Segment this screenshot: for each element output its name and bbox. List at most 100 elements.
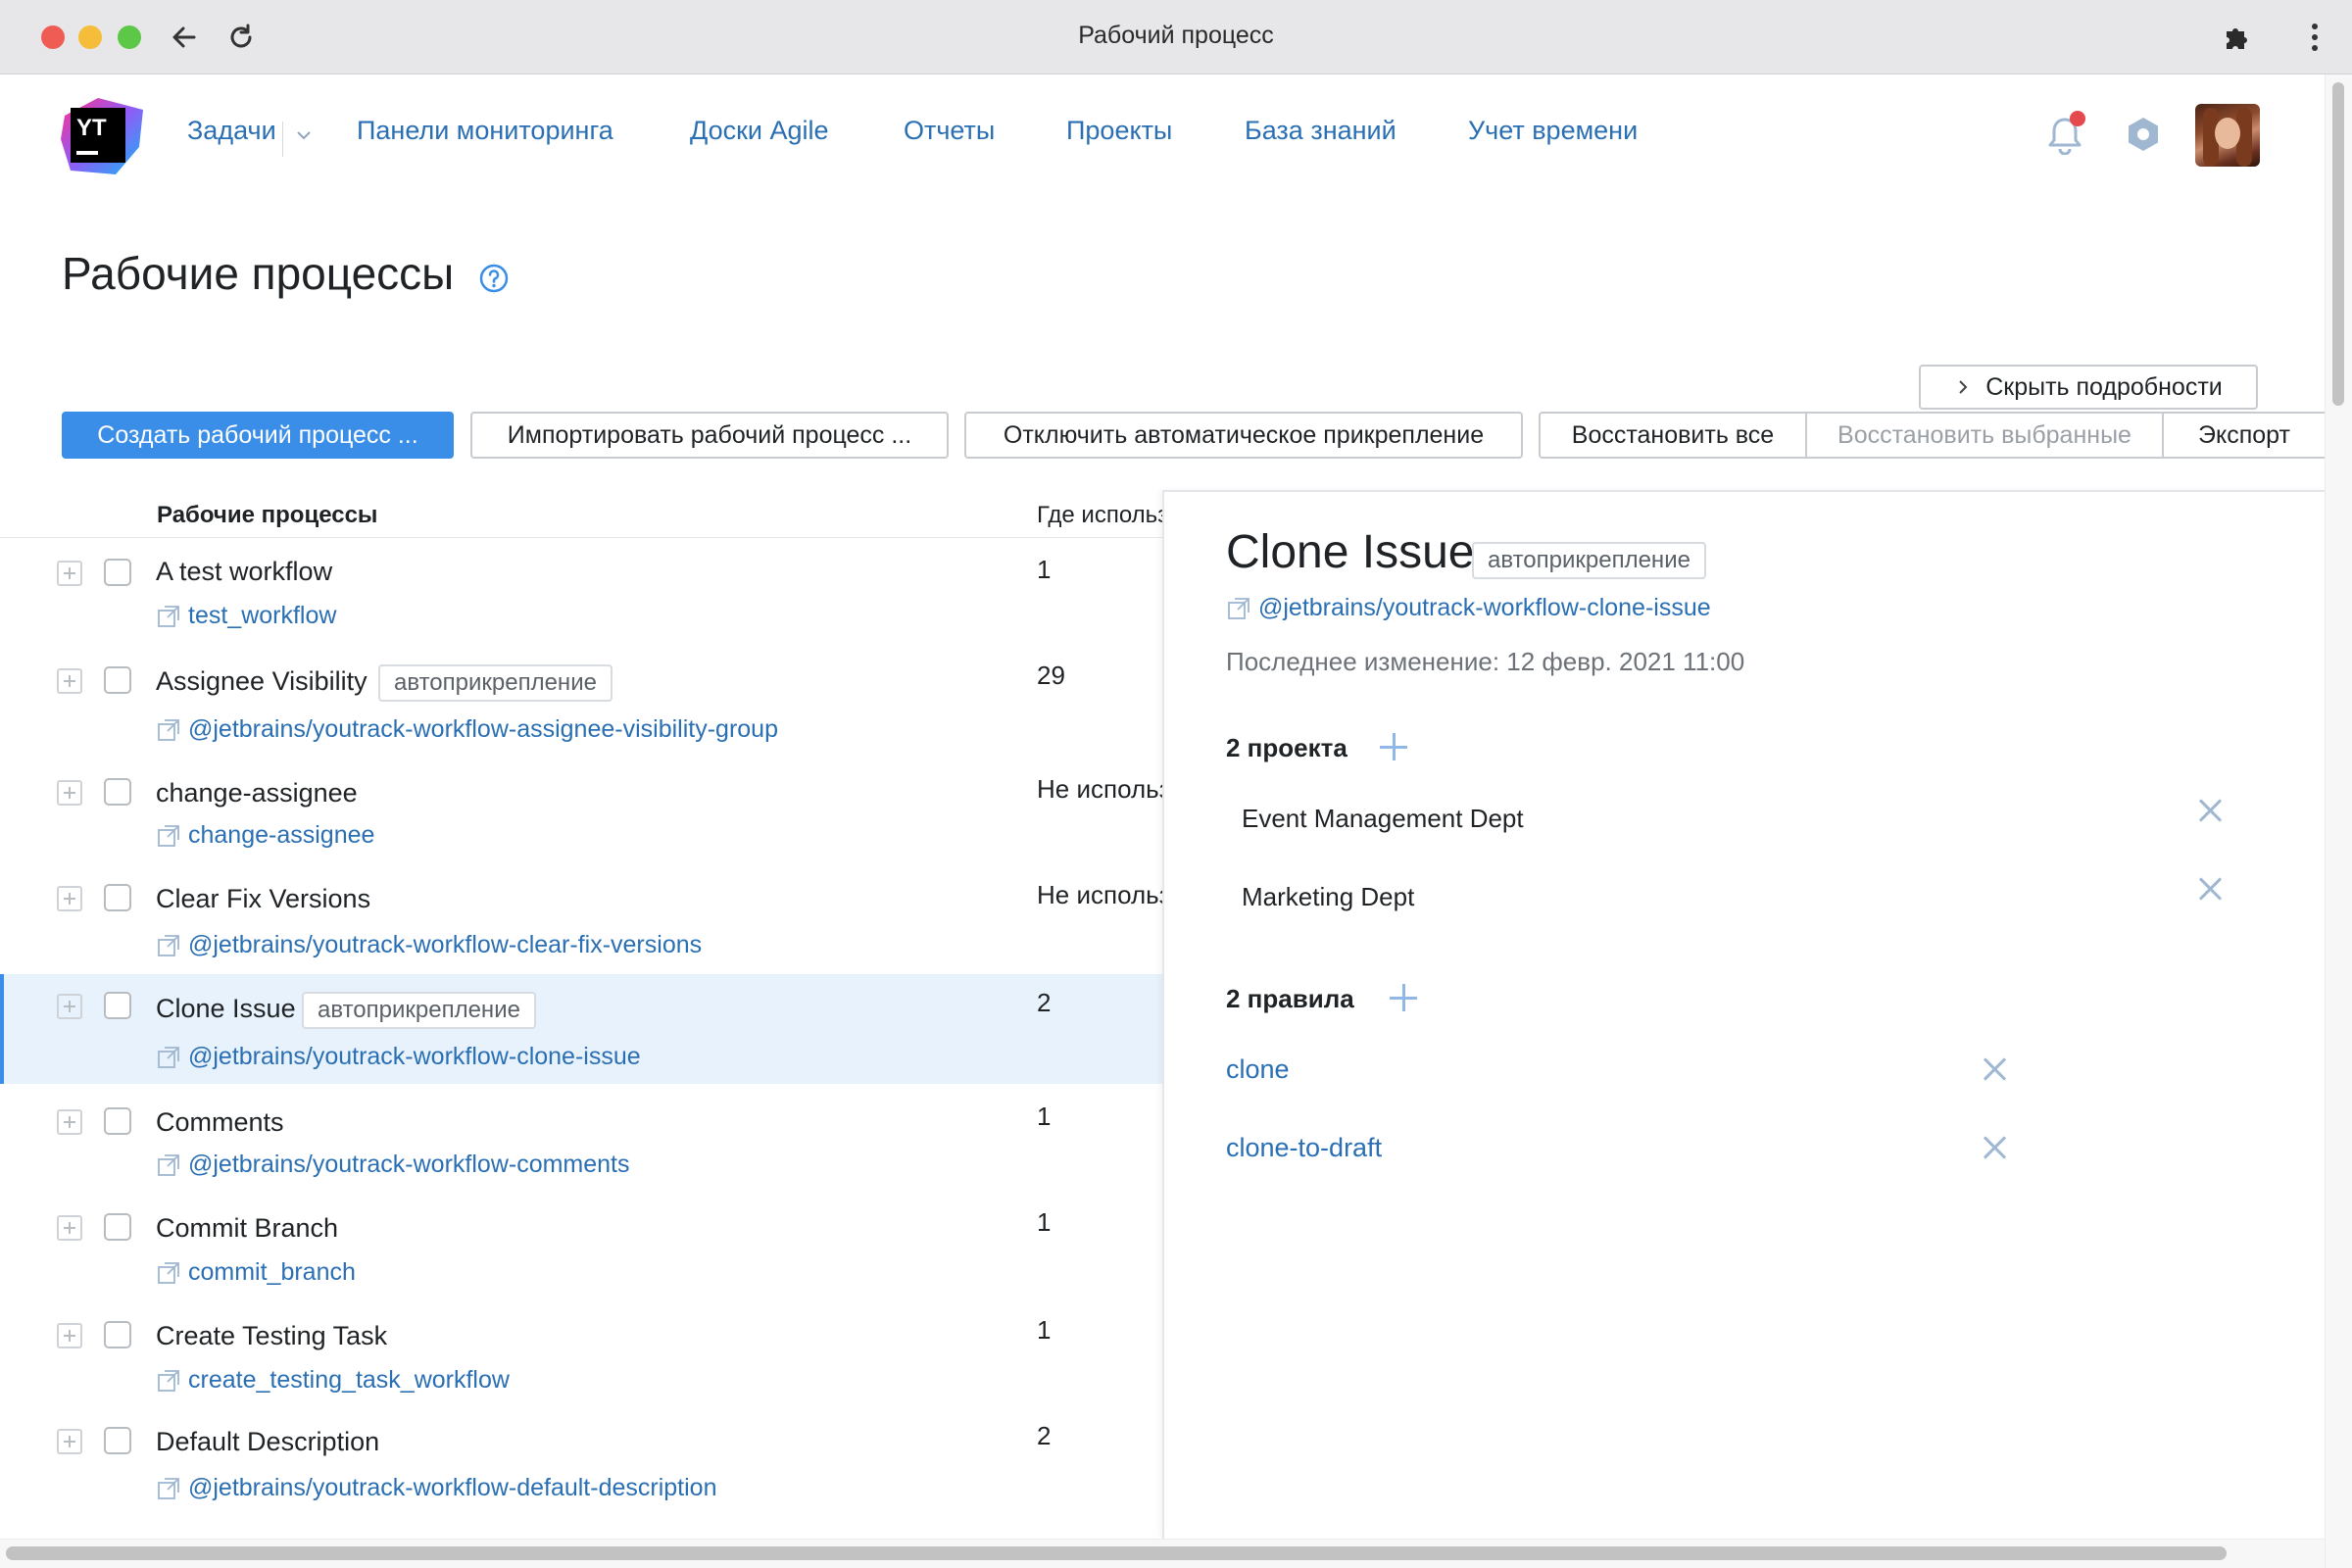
table-row[interactable]: Default Description 2 @jetbrains/youtrac… bbox=[0, 1409, 1164, 1511]
help-circle-icon[interactable] bbox=[478, 263, 510, 294]
package-name[interactable]: @jetbrains/youtrack-workflow-comments bbox=[188, 1151, 630, 1179]
browser-titlebar: Рабочий процесс bbox=[0, 0, 2352, 74]
package-link[interactable]: @jetbrains/youtrack-workflow-comments bbox=[157, 1151, 630, 1179]
nav-dashboards[interactable]: Панели мониторинга bbox=[357, 116, 613, 146]
where-used-value: 1 bbox=[1037, 555, 1052, 584]
where-used-value: Не использ bbox=[1037, 774, 1162, 804]
workflow-name[interactable]: Clone Issue bbox=[156, 994, 296, 1024]
restore-all-button[interactable]: Восстановить все bbox=[1539, 412, 1807, 459]
remove-project-close-x-icon[interactable] bbox=[2197, 798, 2223, 823]
package-link[interactable]: @jetbrains/youtrack-workflow-default-des… bbox=[157, 1474, 716, 1502]
table-row[interactable]: Commit Branch 1 commit_branch bbox=[0, 1196, 1164, 1298]
row-checkbox[interactable] bbox=[104, 992, 131, 1019]
expand-plus-icon[interactable] bbox=[57, 1109, 82, 1135]
package-link[interactable]: @jetbrains/youtrack-workflow-clone-issue bbox=[157, 1043, 641, 1071]
avatar[interactable] bbox=[2195, 104, 2260, 167]
add-project-plus-icon[interactable] bbox=[1380, 733, 1407, 760]
where-used-value: 2 bbox=[1037, 988, 1052, 1017]
details-package-link[interactable]: @jetbrains/youtrack-workflow-clone-issue bbox=[1227, 594, 1711, 622]
package-name[interactable]: create_testing_task_workflow bbox=[188, 1366, 510, 1395]
extensions-puzzle-icon[interactable] bbox=[2217, 18, 2256, 57]
settings-hexagon-icon[interactable] bbox=[2119, 110, 2168, 159]
remove-project-close-x-icon[interactable] bbox=[2197, 876, 2223, 902]
horizontal-scrollbar-thumb[interactable] bbox=[6, 1546, 2227, 1560]
table-row-selected[interactable]: Clone Issue автоприкрепление 2 @jetbrain… bbox=[0, 974, 1164, 1084]
workflow-name[interactable]: A test workflow bbox=[156, 557, 332, 587]
nav-knowledge-base[interactable]: База знаний bbox=[1245, 116, 1396, 146]
where-used-value: Не использ bbox=[1037, 880, 1162, 909]
nav-agile-boards[interactable]: Доски Agile bbox=[690, 116, 829, 146]
row-checkbox[interactable] bbox=[104, 666, 131, 694]
workflow-name[interactable]: Default Description bbox=[156, 1427, 379, 1457]
auto-attach-badge: автоприкрепление bbox=[1472, 542, 1706, 579]
disable-auto-attach-button[interactable]: Отключить автоматическое прикрепление bbox=[964, 412, 1523, 459]
remove-rule-close-x-icon[interactable] bbox=[1982, 1056, 2007, 1082]
expand-plus-icon[interactable] bbox=[57, 1323, 82, 1348]
package-link[interactable]: @jetbrains/youtrack-workflow-assignee-vi… bbox=[157, 715, 778, 744]
workflow-name[interactable]: Assignee Visibility bbox=[156, 666, 368, 697]
expand-plus-icon[interactable] bbox=[57, 994, 82, 1019]
table-row[interactable]: Comments 1 @jetbrains/youtrack-workflow-… bbox=[0, 1090, 1164, 1192]
nav-time-tracking[interactable]: Учет времени bbox=[1468, 116, 1638, 146]
table-row[interactable]: A test workflow 1 test_workflow bbox=[0, 545, 1164, 647]
workflow-name[interactable]: Clear Fix Versions bbox=[156, 884, 370, 914]
row-checkbox[interactable] bbox=[104, 778, 131, 806]
export-button[interactable]: Экспорт bbox=[2164, 412, 2325, 459]
table-row[interactable]: Create Testing Task 1 create_testing_tas… bbox=[0, 1303, 1164, 1405]
package-name[interactable]: @jetbrains/youtrack-workflow-default-des… bbox=[188, 1474, 716, 1502]
row-checkbox[interactable] bbox=[104, 1427, 131, 1454]
where-used-value: 1 bbox=[1037, 1207, 1052, 1237]
row-checkbox[interactable] bbox=[104, 559, 131, 586]
expand-plus-icon[interactable] bbox=[57, 561, 82, 586]
row-checkbox[interactable] bbox=[104, 884, 131, 911]
details-package-name[interactable]: @jetbrains/youtrack-workflow-clone-issue bbox=[1258, 594, 1711, 622]
more-vertical-icon[interactable] bbox=[2295, 18, 2334, 57]
nav-projects[interactable]: Проекты bbox=[1066, 116, 1172, 146]
table-row[interactable]: Assignee Visibility автоприкрепление 29 … bbox=[0, 651, 1164, 753]
workflow-name[interactable]: Comments bbox=[156, 1107, 284, 1138]
expand-plus-icon[interactable] bbox=[57, 886, 82, 911]
create-workflow-button[interactable]: Создать рабочий процесс ... bbox=[62, 412, 454, 459]
expand-plus-icon[interactable] bbox=[57, 1215, 82, 1241]
table-row[interactable]: Clear Fix Versions Не использ @jetbrains… bbox=[0, 866, 1164, 968]
package-link-icon bbox=[158, 1046, 179, 1068]
add-rule-plus-icon[interactable] bbox=[1390, 984, 1417, 1011]
import-workflow-button[interactable]: Импортировать рабочий процесс ... bbox=[470, 412, 949, 459]
row-checkbox[interactable] bbox=[104, 1321, 131, 1348]
package-name[interactable]: commit_branch bbox=[188, 1258, 356, 1287]
package-link-icon bbox=[158, 605, 179, 627]
package-name[interactable]: @jetbrains/youtrack-workflow-clear-fix-v… bbox=[188, 931, 702, 959]
package-name[interactable]: change-assignee bbox=[188, 821, 374, 850]
hide-details-button[interactable]: Скрыть подробности bbox=[1919, 365, 2258, 410]
package-link[interactable]: change-assignee bbox=[157, 821, 374, 850]
workflow-name[interactable]: Create Testing Task bbox=[156, 1321, 387, 1351]
chevron-down-icon[interactable] bbox=[294, 125, 314, 145]
package-name[interactable]: @jetbrains/youtrack-workflow-assignee-vi… bbox=[188, 715, 778, 744]
expand-plus-icon[interactable] bbox=[57, 780, 82, 806]
row-checkbox[interactable] bbox=[104, 1107, 131, 1135]
project-item: Event Management Dept bbox=[1242, 804, 1524, 833]
table-row[interactable]: change-assignee Не использ change-assign… bbox=[0, 760, 1164, 862]
expand-plus-icon[interactable] bbox=[57, 1429, 82, 1454]
workflow-name[interactable]: Commit Branch bbox=[156, 1213, 338, 1244]
package-link-icon bbox=[158, 1153, 179, 1176]
vertical-scrollbar-thumb[interactable] bbox=[2332, 82, 2344, 406]
remove-rule-close-x-icon[interactable] bbox=[1982, 1135, 2007, 1160]
rules-section-label: 2 правила bbox=[1226, 984, 1354, 1013]
nav-issues[interactable]: Задачи bbox=[187, 116, 276, 146]
package-name[interactable]: test_workflow bbox=[188, 602, 336, 630]
rule-link[interactable]: clone bbox=[1226, 1054, 1290, 1085]
package-link[interactable]: create_testing_task_workflow bbox=[157, 1366, 510, 1395]
package-name[interactable]: @jetbrains/youtrack-workflow-clone-issue bbox=[188, 1043, 641, 1071]
package-link-icon bbox=[158, 824, 179, 847]
package-link[interactable]: commit_branch bbox=[157, 1258, 356, 1287]
youtrack-logo[interactable]: YT bbox=[59, 96, 145, 178]
workflow-name[interactable]: change-assignee bbox=[156, 778, 358, 808]
rule-link[interactable]: clone-to-draft bbox=[1226, 1133, 1382, 1163]
expand-plus-icon[interactable] bbox=[57, 668, 82, 694]
nav-reports[interactable]: Отчеты bbox=[904, 116, 995, 146]
package-link-icon bbox=[158, 934, 179, 956]
row-checkbox[interactable] bbox=[104, 1213, 131, 1241]
package-link[interactable]: test_workflow bbox=[157, 602, 336, 630]
package-link[interactable]: @jetbrains/youtrack-workflow-clear-fix-v… bbox=[157, 931, 702, 959]
